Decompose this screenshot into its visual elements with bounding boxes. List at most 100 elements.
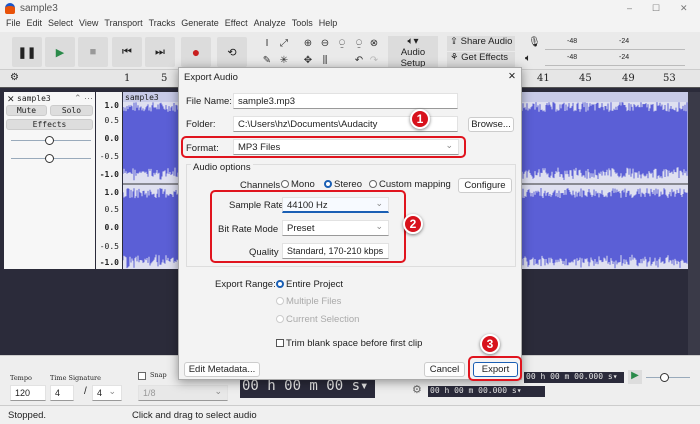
vertical-scrollbar[interactable] (688, 92, 700, 355)
undo-button[interactable]: ↶ (351, 53, 367, 68)
edit-metadata-button[interactable]: Edit Metadata... (184, 362, 260, 377)
format-highlight (181, 136, 466, 158)
entire-project-radio[interactable]: Entire Project (276, 279, 343, 290)
scale-label: -1.0 (99, 170, 119, 179)
record-meter[interactable]: -48 -24 (545, 38, 685, 50)
zoom-in-icon: ⊕ (303, 38, 313, 49)
gain-slider[interactable] (11, 136, 91, 145)
silence-button[interactable]: ⫼ (317, 53, 333, 68)
zoom-in-button[interactable]: ⊕ (300, 36, 316, 51)
record-button[interactable]: ● (181, 37, 211, 67)
share-audio-button[interactable]: ⇪ Share Audio (447, 36, 515, 51)
stereo-label: Stereo (334, 179, 362, 190)
tempo-input[interactable]: 120 (10, 385, 46, 401)
playback-speed-slider[interactable] (646, 373, 690, 382)
folder-label: Folder: (186, 119, 216, 130)
zoom-out-button[interactable]: ⊖ (317, 36, 333, 51)
entire-project-label: Entire Project (286, 279, 344, 290)
share-audio-label: Share Audio (460, 36, 513, 47)
envelope-tool[interactable]: ⤢ (276, 36, 292, 51)
cancel-button[interactable]: Cancel (424, 362, 465, 377)
gear-icon[interactable]: ⚙ (10, 72, 19, 83)
scale-label: 0.5 (104, 116, 119, 125)
snap-select[interactable]: 1/8 (138, 385, 228, 401)
scale-label: -0.5 (99, 242, 119, 251)
effects-button[interactable]: Effects (6, 119, 93, 130)
zoom-toggle-icon: ⊗ (369, 38, 379, 49)
redo-button[interactable]: ↷ (366, 53, 382, 68)
menu-help[interactable]: Help (319, 18, 338, 28)
file-name-input[interactable]: sample3.mp3 (233, 93, 458, 109)
browse-button[interactable]: Browse... (468, 117, 514, 132)
i-beam-icon: I (265, 38, 269, 49)
track-name[interactable]: sample3 (17, 94, 51, 103)
selection-start-display[interactable]: 00 h 00 m 00.000 s▾ (524, 372, 624, 383)
current-selection-radio[interactable]: Current Selection (276, 314, 359, 325)
configure-button[interactable]: Configure (458, 178, 512, 193)
play-at-speed-button[interactable]: ▶ (628, 370, 642, 384)
snap-checkbox[interactable] (138, 372, 146, 380)
pencil-icon: ✎ (262, 55, 272, 66)
loop-button[interactable]: ⟲ (217, 37, 247, 67)
selection-end-value: 00 h 00 m 00.000 s (430, 386, 517, 395)
audio-setup-button[interactable]: 🔈︎▾ Audio Setup (388, 36, 438, 69)
close-window-button[interactable]: ✕ (680, 3, 688, 14)
skip-start-button[interactable]: ⏮ (112, 37, 142, 67)
mono-radio[interactable]: Mono (281, 179, 315, 190)
multiple-files-radio[interactable]: Multiple Files (276, 296, 341, 307)
draw-tool[interactable]: ✎ (259, 53, 275, 68)
speaker-meter-icon: 🔈︎ (525, 53, 531, 64)
settings-gear-icon[interactable]: ⚙ (412, 383, 422, 396)
get-effects-button[interactable]: ⚘ Get Effects (447, 52, 515, 67)
menu-analyze[interactable]: Analyze (254, 18, 286, 28)
fit-selection-button[interactable]: ⍜ (334, 36, 350, 51)
menu-view[interactable]: View (79, 18, 98, 28)
scale-label: 1.0 (104, 188, 119, 197)
trim-checkbox[interactable]: Trim blank space before first clip (276, 338, 422, 349)
menu-edit[interactable]: Edit (27, 18, 43, 28)
maximize-button[interactable]: ☐ (652, 3, 660, 14)
menu-tools[interactable]: Tools (292, 18, 313, 28)
play-button[interactable]: ▶ (45, 37, 75, 67)
menu-file[interactable]: File (6, 18, 21, 28)
ruler-tick: 49 (622, 73, 635, 84)
snap-value: 1/8 (143, 388, 156, 398)
time-display[interactable]: 00 h 00 m 00 s▾ (240, 378, 375, 398)
selection-end-display[interactable]: 00 h 00 m 00.000 s▾ (428, 386, 545, 397)
stereo-radio[interactable]: Stereo (324, 179, 362, 190)
pan-slider[interactable] (11, 154, 91, 163)
slider-thumb[interactable] (45, 136, 54, 145)
menu-effect[interactable]: Effect (225, 18, 248, 28)
time-sig-denominator[interactable]: 4 (92, 385, 122, 401)
pause-button[interactable]: ❚❚ (12, 37, 42, 67)
audio-setup-label: Audio Setup (400, 47, 426, 69)
menu-select[interactable]: Select (48, 18, 73, 28)
menu-generate[interactable]: Generate (181, 18, 219, 28)
slider-thumb[interactable] (660, 373, 669, 382)
track-menu-icon[interactable]: ⌃ ⋯ (74, 93, 93, 104)
minimize-button[interactable]: – (627, 3, 632, 13)
mute-button[interactable]: Mute (6, 105, 47, 116)
fit-project-button[interactable]: ⍜ (351, 36, 367, 51)
solo-button[interactable]: Solo (50, 105, 93, 116)
menu-tracks[interactable]: Tracks (149, 18, 176, 28)
selection-tool[interactable]: I (259, 36, 275, 51)
playback-meter[interactable]: -48 -24 (545, 54, 685, 66)
multi-tool[interactable]: ✳ (276, 53, 292, 68)
skip-end-button[interactable]: ⏭ (145, 37, 175, 67)
trim-button[interactable]: ✥ (300, 53, 316, 68)
custom-mapping-label: Custom mapping (379, 179, 451, 190)
play-icon: ▶ (631, 370, 639, 381)
zoom-fit-project-icon: ⍜ (356, 38, 362, 49)
dialog-close-button[interactable]: ✕ (508, 71, 516, 82)
slider-thumb[interactable] (45, 154, 54, 163)
skip-end-icon: ⏭ (155, 45, 165, 58)
zoom-toggle-button[interactable]: ⊗ (366, 36, 382, 51)
export-range-label: Export Range: (215, 279, 276, 290)
zoom-out-icon: ⊖ (320, 38, 330, 49)
custom-mapping-radio[interactable]: Custom mapping (369, 179, 451, 190)
time-sig-numerator[interactable]: 4 (50, 385, 74, 401)
close-track-icon[interactable]: ✕ (7, 94, 15, 105)
stop-button[interactable]: ■ (78, 37, 108, 67)
menu-transport[interactable]: Transport (104, 18, 142, 28)
